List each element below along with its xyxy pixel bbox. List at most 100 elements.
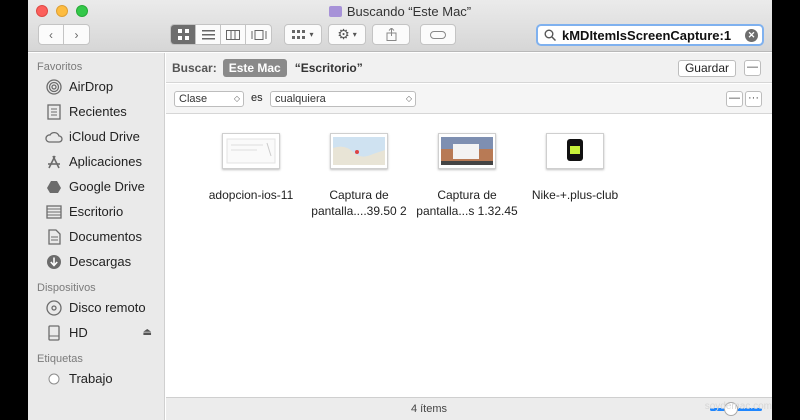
results-area: adopcion-ios-11 Captura de pantalla....3… [166, 115, 772, 375]
gallery-view-button[interactable] [246, 25, 271, 44]
watermark: soydemac.com [704, 401, 772, 412]
gear-icon: ⚙ [337, 26, 350, 42]
applications-icon [45, 153, 63, 171]
sidebar-item-label: Escritorio [69, 204, 124, 219]
icon-view-icon [177, 29, 189, 40]
share-icon [386, 28, 396, 41]
documents-icon [45, 228, 63, 246]
file-name-line1: Nike-+.plus-club [531, 188, 619, 202]
scope-desktop-button[interactable]: “Escritorio” [295, 61, 363, 75]
finder-window: Buscando “Este Mac” ‹ › ▾ ⚙ ▾ kMDItemIsS… [28, 0, 772, 420]
sidebar-item-desktop[interactable]: Escritorio [28, 199, 164, 224]
sidebar-item-remote-disc[interactable]: Disco remoto [28, 295, 164, 320]
forward-button[interactable]: › [64, 25, 89, 44]
file-item[interactable]: Captura de pantalla...s 1.32.45 [412, 133, 522, 219]
disc-icon [45, 299, 63, 317]
eject-icon[interactable]: ⏏ [143, 327, 152, 338]
chevron-down-icon: ▾ [309, 30, 314, 39]
search-scope-bar: Buscar: Este Mac “Escritorio” Guardar — [166, 53, 772, 83]
save-search-button[interactable]: Guardar [677, 60, 736, 77]
search-field[interactable]: kMDItemIsScreenCapture:1 ✕ [536, 24, 764, 46]
toolbar: Buscando “Este Mac” ‹ › ▾ ⚙ ▾ kMDItemIsS… [28, 0, 772, 52]
sidebar-item-label: Documentos [69, 229, 142, 244]
navigation-buttons: ‹ › [38, 24, 90, 45]
chevron-left-icon: ‹ [49, 27, 53, 42]
sidebar-item-tag-trabajo[interactable]: Trabajo [28, 366, 164, 391]
downloads-icon [45, 253, 63, 271]
desktop-screenshot-icon [441, 137, 493, 165]
sidebar-item-label: Recientes [69, 104, 127, 119]
sidebar-item-airdrop[interactable]: AirDrop [28, 74, 164, 99]
add-criteria-button[interactable]: ··· [745, 91, 762, 107]
chevron-right-icon: › [74, 27, 79, 42]
file-item[interactable]: Nike-+.plus-club [520, 133, 630, 203]
attribute-select-value: Clase [179, 93, 208, 105]
desktop-icon [45, 203, 63, 221]
clear-search-icon[interactable]: ✕ [745, 29, 758, 42]
file-name: Nike-+.plus-club [520, 187, 630, 203]
sidebar-item-label: HD [69, 325, 88, 340]
app-screenshot-icon [549, 137, 601, 165]
remove-scope-button[interactable]: — [744, 60, 761, 76]
list-view-icon [201, 29, 215, 39]
action-button[interactable]: ⚙ ▾ [328, 24, 366, 45]
file-name-line1: Captura de [329, 188, 389, 202]
file-thumbnail [222, 133, 280, 169]
file-name-line2: pantalla...s 1.32.45 [416, 204, 518, 218]
sidebar-item-recents[interactable]: Recientes [28, 99, 164, 124]
airdrop-icon [45, 78, 63, 96]
search-icon [544, 29, 556, 41]
map-screenshot-icon [333, 137, 385, 165]
share-button[interactable] [372, 24, 410, 45]
file-item[interactable]: adopcion-ios-11 [196, 133, 306, 203]
tag-circle-icon [45, 370, 63, 388]
file-thumbnail [330, 133, 388, 169]
chevron-updown-icon: ◇ [405, 94, 412, 103]
file-item[interactable]: Captura de pantalla....39.50 2 [304, 133, 414, 219]
sidebar-item-label: AirDrop [69, 79, 114, 94]
google-drive-icon [45, 178, 63, 196]
file-name: adopcion-ios-11 [196, 187, 306, 203]
chevron-updown-icon: ◇ [233, 94, 240, 103]
sidebar-item-icloud-drive[interactable]: iCloud Drive [28, 124, 164, 149]
tags-button[interactable] [420, 24, 456, 45]
file-thumbnail [546, 133, 604, 169]
view-mode-control [170, 24, 272, 45]
sidebar-item-downloads[interactable]: Descargas [28, 249, 164, 274]
sidebar-item-label: Disco remoto [69, 300, 146, 315]
scope-label: Buscar: [172, 60, 217, 75]
sidebar-item-hd[interactable]: HD ⏏ [28, 320, 164, 345]
sidebar-heading-tags: Etiquetas [37, 353, 83, 365]
grid-arrange-icon [292, 29, 306, 39]
scope-this-mac-button[interactable]: Este Mac [222, 58, 287, 77]
sidebar-item-label: Descargas [69, 254, 132, 269]
file-name-line2: pantalla....39.50 2 [311, 204, 407, 218]
sidebar-item-label: iCloud Drive [69, 129, 140, 144]
arrange-button[interactable]: ▾ [284, 24, 322, 45]
window-title: Buscando “Este Mac” [346, 4, 472, 19]
search-criteria-row: Clase ◇ es cualquiera ◇ — ··· [166, 84, 772, 114]
back-button[interactable]: ‹ [39, 25, 64, 44]
value-select-value: cualquiera [275, 93, 326, 105]
operator-label: es [251, 92, 263, 104]
sidebar-item-google-drive[interactable]: Google Drive [28, 174, 164, 199]
sidebar-item-applications[interactable]: Aplicaciones [28, 149, 164, 174]
sidebar: Favoritos AirDrop Recientes iCloud Drive… [28, 53, 165, 420]
sidebar-item-documents[interactable]: Documentos [28, 224, 164, 249]
cloud-icon [45, 128, 63, 146]
search-input[interactable]: kMDItemIsScreenCapture:1 [562, 28, 731, 43]
gallery-view-icon [251, 29, 266, 40]
recents-icon [45, 103, 63, 121]
chevron-down-icon: ▾ [352, 30, 357, 39]
remove-criteria-button[interactable]: — [726, 91, 743, 107]
column-view-icon [226, 29, 240, 40]
sidebar-item-label: Trabajo [69, 371, 113, 386]
list-view-button[interactable] [196, 25, 221, 44]
document-preview-icon [226, 138, 276, 164]
icon-view-button[interactable] [171, 25, 196, 44]
value-select[interactable]: cualquiera ◇ [270, 91, 416, 107]
sidebar-item-label: Google Drive [69, 179, 145, 194]
attribute-select[interactable]: Clase ◇ [174, 91, 244, 107]
column-view-button[interactable] [221, 25, 246, 44]
window-title-container: Buscando “Este Mac” [28, 4, 772, 19]
